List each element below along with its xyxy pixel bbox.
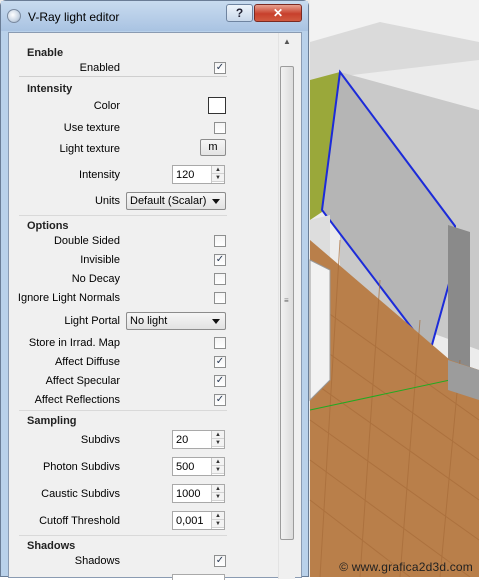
divider: [19, 535, 227, 536]
spin-down-icon[interactable]: ▼: [212, 520, 224, 528]
units-label: Units: [94, 195, 120, 207]
caustic-subdivs-value: 1000: [176, 488, 201, 500]
app-icon: [7, 9, 21, 23]
photon-subdivs-spinner[interactable]: 500 ▲ ▼: [172, 457, 225, 476]
affect-diffuse-checkbox[interactable]: [214, 356, 226, 368]
color-label: Color: [93, 100, 120, 112]
photon-subdivs-label: Photon Subdivs: [42, 461, 120, 473]
scroll-thumb[interactable]: ≡: [280, 66, 294, 540]
caustic-subdivs-spinner[interactable]: 1000 ▲ ▼: [172, 484, 225, 503]
spin-up-icon[interactable]: ▲: [212, 458, 224, 466]
invisible-checkbox[interactable]: [214, 254, 226, 266]
affect-reflections-label: Affect Reflections: [34, 394, 120, 406]
ignore-normals-checkbox[interactable]: [214, 292, 226, 304]
double-sided-checkbox[interactable]: [214, 235, 226, 247]
invisible-label: Invisible: [80, 254, 120, 266]
color-swatch[interactable]: [208, 97, 226, 114]
chevron-down-icon: [212, 319, 220, 324]
shadows-spinner[interactable]: [172, 574, 225, 580]
intensity-spinner[interactable]: 120 ▲ ▼: [172, 165, 225, 184]
sampling-header: Sampling: [27, 415, 77, 427]
affect-diffuse-label: Affect Diffuse: [54, 356, 120, 368]
divider: [19, 410, 227, 411]
subdivs-spinner[interactable]: 20 ▲ ▼: [172, 430, 225, 449]
subdivs-value: 20: [176, 434, 189, 446]
intensity-label: Intensity: [79, 169, 120, 181]
window-title: V-Ray light editor: [28, 10, 120, 24]
title-bar[interactable]: V-Ray light editor ? ✕: [1, 1, 308, 31]
cutoff-threshold-spinner[interactable]: 0,001 ▲ ▼: [172, 511, 225, 530]
enabled-checkbox[interactable]: [214, 62, 226, 74]
spin-down-icon[interactable]: ▼: [212, 174, 224, 182]
divider: [19, 215, 227, 216]
use-texture-label: Use texture: [63, 122, 120, 134]
cutoff-threshold-label: Cutoff Threshold: [39, 515, 120, 527]
store-irrad-checkbox[interactable]: [214, 337, 226, 349]
enable-header: Enable: [27, 47, 64, 59]
affect-reflections-checkbox[interactable]: [214, 394, 226, 406]
affect-specular-checkbox[interactable]: [214, 375, 226, 387]
light-portal-value: No light: [130, 315, 168, 327]
light-portal-dropdown[interactable]: No light: [126, 312, 226, 330]
shadows-label: Shadows: [74, 555, 120, 567]
shadows-header: Shadows: [27, 540, 76, 552]
spin-up-icon[interactable]: ▲: [212, 166, 224, 174]
enable-group: Enable: [19, 43, 227, 77]
chevron-down-icon: [212, 199, 220, 204]
ignore-normals-label: Ignore Light Normals: [17, 292, 120, 304]
no-decay-checkbox[interactable]: [214, 273, 226, 285]
light-portal-label: Light Portal: [64, 315, 120, 327]
affect-specular-label: Affect Specular: [45, 375, 120, 387]
watermark-text: © www.grafica2d3d.com: [339, 560, 473, 574]
store-irrad-label: Store in Irrad. Map: [28, 337, 120, 349]
intensity-value: 120: [176, 169, 195, 181]
units-value: Default (Scalar): [130, 195, 207, 207]
subdivs-label: Subdivs: [80, 434, 120, 446]
double-sided-label: Double Sided: [53, 235, 120, 247]
photon-subdivs-value: 500: [176, 461, 195, 473]
use-texture-checkbox[interactable]: [214, 122, 226, 134]
shadows-checkbox[interactable]: [214, 555, 226, 567]
caustic-subdivs-label: Caustic Subdivs: [41, 488, 120, 500]
units-dropdown[interactable]: Default (Scalar): [126, 192, 226, 210]
scroll-up-icon[interactable]: ▲: [279, 33, 295, 50]
vertical-scrollbar[interactable]: ▲ ≡: [278, 33, 295, 579]
enabled-label: Enabled: [79, 62, 120, 74]
cutoff-threshold-value: 0,001: [176, 515, 204, 527]
editor-panel: Enable Enabled Intensity Color Use textu…: [8, 32, 302, 580]
intensity-header: Intensity: [27, 83, 73, 95]
spin-down-icon[interactable]: ▼: [212, 466, 224, 474]
options-header: Options: [27, 220, 69, 232]
spin-down-icon[interactable]: ▼: [212, 439, 224, 447]
no-decay-label: No Decay: [71, 273, 120, 285]
light-texture-button[interactable]: m: [200, 139, 226, 156]
spin-up-icon[interactable]: ▲: [212, 512, 224, 520]
close-button[interactable]: ✕: [254, 4, 302, 22]
help-button[interactable]: ?: [226, 4, 253, 22]
spin-up-icon[interactable]: ▲: [212, 431, 224, 439]
vray-light-editor-window: V-Ray light editor ? ✕ Enable Enabled In…: [0, 0, 309, 580]
spin-up-icon[interactable]: ▲: [212, 485, 224, 493]
spin-down-icon[interactable]: ▼: [212, 493, 224, 501]
grip-icon: ≡: [284, 296, 289, 305]
light-texture-label: Light texture: [59, 143, 120, 155]
